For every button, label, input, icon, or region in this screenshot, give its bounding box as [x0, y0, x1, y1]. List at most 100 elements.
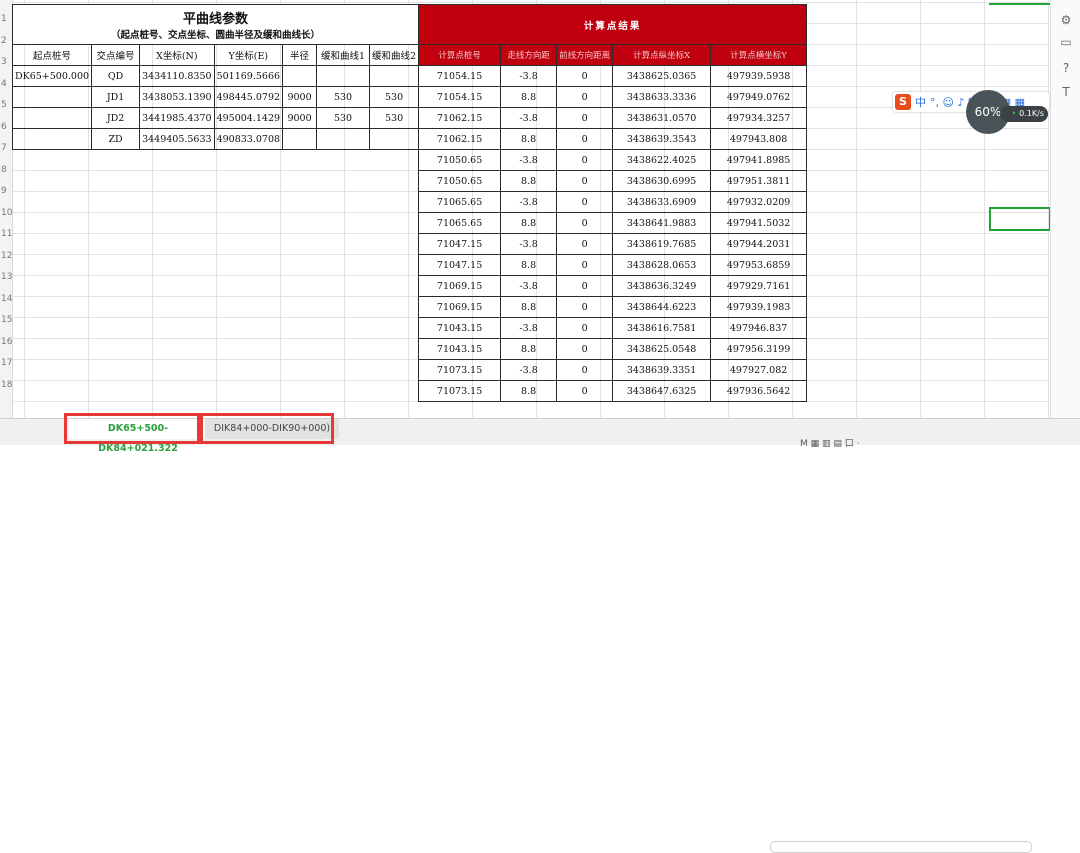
right-cell[interactable]: 71050.65 [418, 170, 502, 192]
right-cell[interactable]: 71062.15 [418, 128, 502, 150]
right-cell[interactable]: 71065.65 [418, 212, 502, 234]
empty-cell[interactable] [92, 234, 140, 255]
left-cell[interactable] [369, 128, 420, 150]
empty-cell[interactable] [214, 297, 282, 318]
empty-cell[interactable] [283, 192, 317, 213]
empty-cell[interactable] [13, 339, 92, 360]
left-cell[interactable]: 495004.1429 [213, 107, 284, 129]
right-cell[interactable]: 71050.65 [418, 149, 502, 171]
left-cell[interactable] [316, 128, 371, 150]
empty-cell[interactable] [214, 276, 282, 297]
left-cell[interactable]: 490833.0708 [213, 128, 284, 150]
empty-cell[interactable] [283, 171, 317, 192]
right-cell[interactable]: 0 [556, 170, 614, 192]
empty-cell[interactable] [214, 213, 282, 234]
empty-cell[interactable] [214, 381, 282, 402]
empty-cell[interactable] [13, 150, 92, 171]
right-cell[interactable]: 497941.5032 [710, 212, 808, 234]
right-cell[interactable]: -3.8 [500, 65, 558, 87]
empty-cell[interactable] [140, 213, 215, 234]
empty-cell[interactable] [92, 297, 140, 318]
empty-cell[interactable] [140, 255, 215, 276]
empty-cell[interactable] [283, 360, 317, 381]
right-cell[interactable]: 497951.3811 [710, 170, 808, 192]
empty-cell[interactable] [370, 276, 419, 297]
empty-cell[interactable] [140, 150, 215, 171]
right-cell[interactable]: 71047.15 [418, 254, 502, 276]
empty-cell[interactable] [13, 360, 92, 381]
empty-cell[interactable] [13, 255, 92, 276]
empty-cell[interactable] [13, 318, 92, 339]
right-cell[interactable]: 497941.8985 [710, 149, 808, 171]
right-cell[interactable]: -3.8 [500, 275, 558, 297]
right-cell[interactable]: 71054.15 [418, 86, 502, 108]
settings-sliders-icon[interactable]: ⚙ [1058, 12, 1074, 28]
empty-cell[interactable] [140, 171, 215, 192]
left-cell[interactable]: 3434110.8350 [139, 65, 215, 87]
right-cell[interactable]: 0 [556, 149, 614, 171]
left-cell[interactable]: DK65+500.000 [12, 65, 93, 87]
empty-cell[interactable] [317, 171, 370, 192]
left-cell[interactable]: 530 [369, 86, 420, 108]
left-cell[interactable]: JD1 [91, 86, 141, 108]
left-header-3[interactable]: Y坐标(E) [213, 44, 284, 66]
right-cell[interactable]: 71054.15 [418, 65, 502, 87]
empty-cell[interactable] [317, 192, 370, 213]
right-cell[interactable]: 0 [556, 254, 614, 276]
empty-cell[interactable] [214, 318, 282, 339]
ime-lang-toggle[interactable]: 中 [915, 94, 926, 110]
left-header-6[interactable]: 缓和曲线2 [369, 44, 420, 66]
right-cell[interactable]: 497943.808 [710, 128, 808, 150]
empty-cell[interactable] [140, 297, 215, 318]
empty-cell[interactable] [214, 192, 282, 213]
left-cell[interactable]: 9000 [282, 86, 318, 108]
left-header-5[interactable]: 缓和曲线1 [316, 44, 371, 66]
right-cell[interactable]: 71069.15 [418, 275, 502, 297]
empty-cell[interactable] [214, 150, 282, 171]
right-cell[interactable]: 497946.837 [710, 317, 808, 339]
left-cell[interactable]: 498445.0792 [213, 86, 284, 108]
left-cell[interactable]: QD [91, 65, 141, 87]
left-cell[interactable] [12, 107, 93, 129]
right-cell[interactable]: 3438633.6909 [612, 191, 712, 213]
empty-cell[interactable] [283, 339, 317, 360]
text-icon[interactable]: T [1058, 84, 1074, 100]
left-cell[interactable]: 3438053.1390 [139, 86, 215, 108]
empty-cell[interactable] [13, 171, 92, 192]
right-cell[interactable]: 497953.6859 [710, 254, 808, 276]
right-cell[interactable]: 3438625.0548 [612, 338, 712, 360]
right-cell[interactable]: 497929.7161 [710, 275, 808, 297]
right-cell[interactable]: 71062.15 [418, 107, 502, 129]
empty-cell[interactable] [214, 360, 282, 381]
left-cell[interactable]: ZD [91, 128, 141, 150]
left-header-4[interactable]: 半径 [282, 44, 318, 66]
help-icon[interactable]: ? [1058, 60, 1074, 76]
empty-cell[interactable] [13, 213, 92, 234]
left-cell[interactable] [282, 65, 318, 87]
empty-cell[interactable] [370, 192, 419, 213]
right-cell[interactable]: 3438639.3543 [612, 128, 712, 150]
empty-cell[interactable] [283, 276, 317, 297]
right-cell[interactable]: 3438631.0570 [612, 107, 712, 129]
empty-cell[interactable] [214, 339, 282, 360]
empty-cell[interactable] [370, 381, 419, 402]
right-cell[interactable]: 0 [556, 317, 614, 339]
right-cell[interactable]: 3438625.0365 [612, 65, 712, 87]
network-speed-widget[interactable]: 60% • 0.1K/s [966, 90, 1048, 134]
empty-cell[interactable] [140, 360, 215, 381]
right-cell[interactable]: 0 [556, 86, 614, 108]
right-cell[interactable]: 0 [556, 191, 614, 213]
right-cell[interactable]: 8.8 [500, 86, 558, 108]
empty-cell[interactable] [317, 255, 370, 276]
empty-cell[interactable] [92, 171, 140, 192]
empty-cell[interactable] [370, 318, 419, 339]
empty-cell[interactable] [92, 339, 140, 360]
right-cell[interactable]: 8.8 [500, 170, 558, 192]
right-cell[interactable]: 8.8 [500, 212, 558, 234]
left-header-0[interactable]: 起点桩号 [12, 44, 93, 66]
empty-cell[interactable] [317, 276, 370, 297]
right-cell[interactable]: 3438647.6325 [612, 380, 712, 402]
right-cell[interactable]: 0 [556, 107, 614, 129]
right-cell[interactable]: 8.8 [500, 254, 558, 276]
right-cell[interactable]: -3.8 [500, 191, 558, 213]
